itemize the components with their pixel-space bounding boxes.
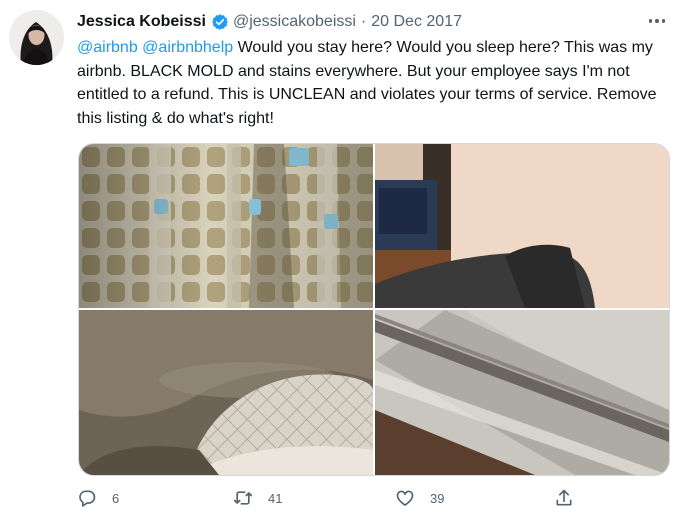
like-icon <box>396 490 414 506</box>
like-count: 39 <box>430 490 445 506</box>
author-name[interactable]: Jessica Kobeissi <box>77 13 206 31</box>
retweet-icon <box>233 491 253 505</box>
tweet-date[interactable]: 20 Dec 2017 <box>371 13 462 31</box>
header-separator: · <box>360 13 367 30</box>
share-button[interactable] <box>554 488 574 508</box>
tweet-text: @airbnb @airbnbhelp Would you stay here?… <box>77 36 667 130</box>
retweet-count: 41 <box>268 490 283 506</box>
more-options-icon[interactable] <box>645 11 669 31</box>
room-corner-with-armchair-photo-icon <box>375 144 669 308</box>
author-handle[interactable]: @jessicakobeissi <box>233 13 356 31</box>
avatar-photo-icon <box>9 10 64 65</box>
photo-grid <box>78 143 670 476</box>
mention-link-airbnb[interactable]: @airbnb <box>77 39 138 56</box>
mention-link-airbnbhelp[interactable]: @airbnbhelp <box>142 39 233 56</box>
action-bar: 6 41 39 <box>77 488 577 514</box>
moldy-shower-curtain-photo-icon <box>79 144 373 308</box>
verified-badge-icon <box>211 13 229 31</box>
stained-bedding-photo-icon <box>79 310 373 475</box>
reply-button[interactable]: 6 <box>77 488 119 508</box>
photo-stained-bedding[interactable] <box>79 310 373 475</box>
photo-shower-curtain[interactable] <box>79 144 373 308</box>
like-button[interactable]: 39 <box>395 488 444 508</box>
mattress-edge-photo-icon <box>375 310 669 475</box>
reply-icon <box>79 490 96 507</box>
avatar[interactable] <box>9 10 64 65</box>
share-icon <box>556 489 572 506</box>
photo-mattress-edge[interactable] <box>375 310 669 475</box>
photo-room-corner[interactable] <box>375 144 669 308</box>
reply-count: 6 <box>112 490 120 506</box>
retweet-button[interactable]: 41 <box>233 488 282 508</box>
tweet-header: Jessica Kobeissi @jessicakobeissi · 20 D… <box>77 11 462 33</box>
tweet-card: Jessica Kobeissi @jessicakobeissi · 20 D… <box>0 0 680 518</box>
